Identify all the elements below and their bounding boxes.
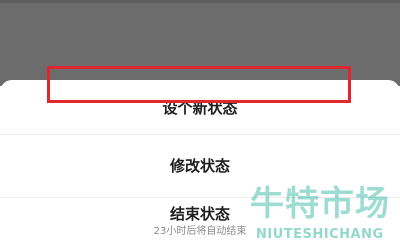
action-sheet: 设个新状态 修改状态 结束状态 23小时后将自动结束: [0, 80, 400, 250]
auto-end-hint: 23小时后将自动结束: [153, 226, 247, 237]
end-status-button[interactable]: 结束状态 23小时后将自动结束: [0, 198, 400, 250]
dimmed-background[interactable]: [0, 0, 400, 86]
edit-status-button[interactable]: 修改状态: [0, 135, 400, 197]
top-edge-strip: [0, 0, 400, 3]
set-new-status-button[interactable]: 设个新状态: [0, 80, 400, 134]
end-status-label: 结束状态: [169, 205, 230, 223]
